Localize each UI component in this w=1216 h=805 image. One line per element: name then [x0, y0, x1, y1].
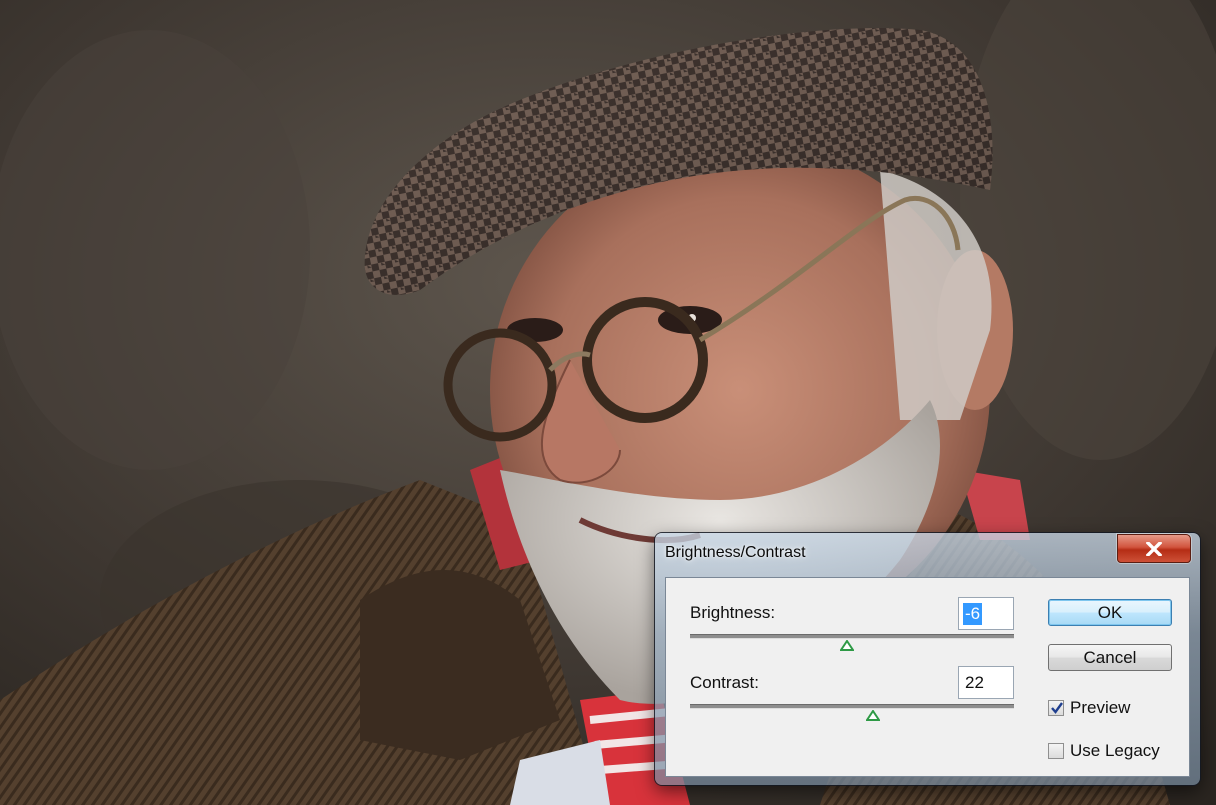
brightness-label: Brightness:	[690, 603, 776, 622]
preview-checkbox[interactable]: Preview	[1048, 698, 1130, 718]
brightness-slider-track[interactable]	[690, 634, 1014, 639]
close-button[interactable]	[1117, 534, 1191, 563]
contrast-input[interactable]: 22	[958, 666, 1014, 699]
contrast-value: 22	[965, 672, 984, 692]
contrast-slider-thumb[interactable]	[866, 710, 881, 721]
dialog-client-area: Brightness: -6 Contrast: 22 OK Cancel Pr	[665, 577, 1190, 777]
brightness-slider-thumb[interactable]	[840, 640, 855, 651]
cancel-button[interactable]: Cancel	[1048, 644, 1172, 671]
dialog-title: Brightness/Contrast	[665, 544, 806, 561]
brightness-contrast-dialog: Brightness/Contrast Brightness: -6 Contr…	[655, 533, 1200, 785]
preview-label: Preview	[1070, 698, 1131, 717]
checkmark-icon	[1051, 702, 1063, 714]
close-icon	[1146, 541, 1162, 556]
brightness-value: -6	[963, 602, 983, 625]
use-legacy-checkbox-box[interactable]	[1048, 743, 1064, 759]
use-legacy-label: Use Legacy	[1070, 741, 1160, 760]
contrast-slider-track[interactable]	[690, 704, 1014, 709]
preview-checkbox-box[interactable]	[1048, 700, 1064, 716]
ok-button[interactable]: OK	[1048, 599, 1172, 626]
use-legacy-checkbox[interactable]: Use Legacy	[1048, 741, 1160, 761]
contrast-label: Contrast:	[690, 673, 759, 692]
brightness-input[interactable]: -6	[958, 597, 1014, 630]
